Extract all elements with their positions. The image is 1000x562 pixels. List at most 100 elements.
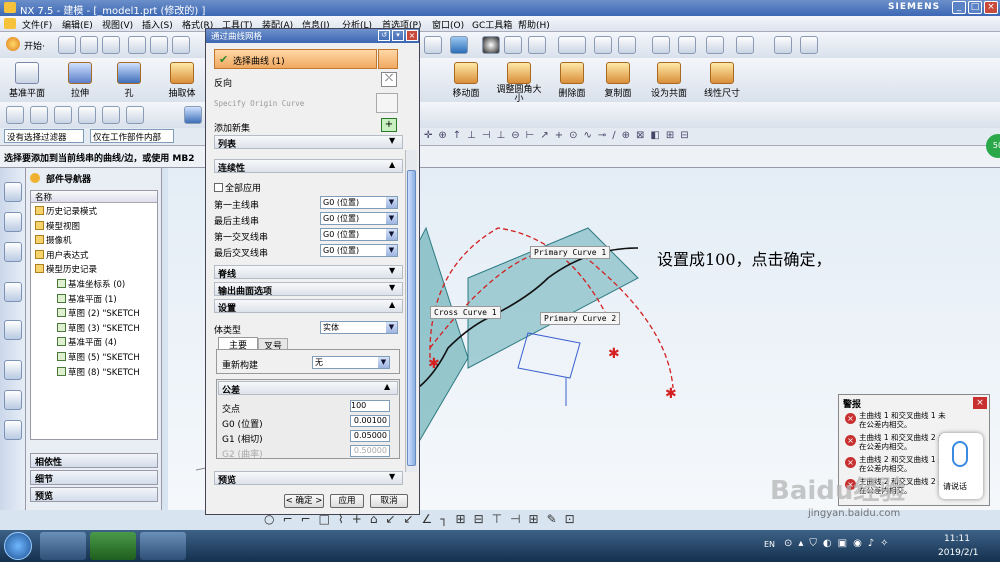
tree-item[interactable]: 基准平面 (4) [57,336,117,350]
cancel-button[interactable]: 取消 [370,494,408,508]
list-section[interactable]: 列表 ▼ [214,135,403,150]
continuity-section[interactable]: 连续性 ▲ [214,159,403,174]
tree-item[interactable]: 基准平面 (1) [57,293,117,307]
surface-tool-5-icon[interactable] [102,106,120,124]
taskbar-nx-icon[interactable] [40,532,86,560]
dialog-scrollbar[interactable] [405,150,417,472]
spine-section[interactable]: 脊线 ▼ [214,265,403,280]
menu-edit[interactable]: 编辑(E) [62,18,93,31]
minimize-button[interactable]: _ [952,1,966,14]
linear-dimension-button[interactable]: 线性尺寸 [700,62,744,99]
save-icon[interactable] [102,36,120,54]
dependencies-section[interactable]: 相依性 [30,453,158,468]
nx-menu-icon[interactable] [4,18,16,29]
extrude-button[interactable]: 拉伸 [62,62,98,99]
tree-item[interactable]: 基准坐标系 (0) [57,278,125,292]
feature-checkbox-icon[interactable] [57,322,66,332]
add-set-icon[interactable]: + [381,118,397,132]
constraint-navigator-icon[interactable] [4,212,22,232]
feature-checkbox-icon[interactable] [57,352,66,361]
snap-point-icons[interactable]: ✛⊕↑⊥⊣⊥⊖⊢↗+⊙∿⊸/⊕⊠◧⊞⊟ [424,130,714,143]
table-icon[interactable] [652,36,670,54]
surface-tool-3-icon[interactable] [54,106,72,124]
sketch-curve-toolbar[interactable]: ○⌐⌐□⌇+⌂↙↙∠┐⊞⊟⊤⊣⊞✎⊡ [264,512,794,530]
navigator-pin-icon[interactable] [30,173,40,183]
menu-help[interactable]: 帮助(H) [518,18,550,31]
tree-item[interactable]: 用户表达式 [35,249,89,263]
part-navigator-tree[interactable]: 名称 历史记录模式 模型视图 摄像机 用户表达式 模型历史记录 基准坐标系 (0) 基准平面… [30,190,158,440]
part-navigator-icon[interactable] [4,242,22,262]
cut-icon[interactable] [128,36,146,54]
alert-item[interactable]: × 主曲线 1 和交叉曲线 1 未在公差内相交。 [843,411,949,433]
tolerance-section[interactable]: 公差 ▲ [218,381,398,396]
maximize-button[interactable]: □ [968,1,982,14]
copy-face-button[interactable]: 复制面 [598,62,638,99]
menu-window[interactable]: 窗口(O) [432,18,464,31]
wireframe-icon[interactable] [528,36,546,54]
settings-section[interactable]: 设置 ▲ [214,299,403,314]
hd3d-tools-icon[interactable] [4,320,22,340]
menu-gc-toolkit[interactable]: GC工具箱 [472,18,512,31]
tree-item[interactable]: 草图 (8) "SKETCH [57,366,140,380]
alert-close-icon[interactable]: × [973,397,987,409]
menu-insert[interactable]: 插入(S) [142,18,173,31]
measure-angle-icon[interactable] [800,36,818,54]
system-materials-icon[interactable] [4,390,22,410]
tray-icons[interactable]: ⊙▴⛉◐▣◉♪✧ [784,538,895,549]
scrollbar-thumb[interactable] [407,170,416,466]
menu-view[interactable]: 视图(V) [102,18,133,31]
ok-button[interactable]: < 确定 > [284,494,324,508]
extract-body-button[interactable]: 抽取体 [162,62,202,99]
feature-checkbox-icon[interactable] [57,279,66,288]
intersection-input[interactable]: 100 [350,400,390,412]
tree-item[interactable]: 摄像机 [35,234,72,248]
tree-item[interactable]: 草图 (2) "SKETCH [57,307,140,321]
taskbar-browser-icon[interactable] [90,532,136,560]
tree-item[interactable]: 草图 (5) "SKETCH [57,351,140,365]
continuity-select-2[interactable]: G0 (位置) ▼ [320,212,398,225]
continuity-select-3[interactable]: G0 (位置) ▼ [320,228,398,241]
sketch-icon[interactable] [706,36,724,54]
close-button[interactable]: × [984,1,998,14]
voice-assistant-widget[interactable]: 请说话 [939,433,983,499]
tree-item[interactable]: 模型历史记录 [35,263,97,277]
continuity-select-1[interactable]: G0 (位置) ▼ [320,196,398,209]
scope-filter-select[interactable]: 仅在工作部件内部 [90,129,174,143]
orient-icon[interactable] [618,36,636,54]
feature-checkbox-icon[interactable] [57,308,66,318]
curve-selector-icon[interactable] [378,49,398,69]
background-color-icon[interactable] [558,36,586,54]
paste-icon[interactable] [172,36,190,54]
name-column-header[interactable]: 名称 [31,191,157,203]
play-icon[interactable] [736,36,754,54]
new-file-icon[interactable] [58,36,76,54]
body-type-select[interactable]: 实体 ▼ [320,321,398,334]
hole-button[interactable]: 孔 [114,62,144,99]
history-icon[interactable] [4,360,22,380]
tree-item[interactable]: 模型视图 [35,220,80,234]
g0-tolerance-input[interactable]: 0.00100 [350,415,390,427]
delete-face-button[interactable]: 删除面 [552,62,592,99]
start-icon[interactable] [6,37,20,51]
continuity-select-4[interactable]: G0 (位置) ▼ [320,244,398,257]
feature-checkbox-icon[interactable] [57,366,66,376]
shaded-icon[interactable] [504,36,522,54]
select-tool-icon[interactable] [184,106,202,124]
reuse-library-icon[interactable] [4,282,22,302]
view-fit-icon[interactable] [424,36,442,54]
cube-view-icon[interactable] [450,36,468,54]
open-folder-icon[interactable] [80,36,98,54]
type-filter-select[interactable]: 没有选择过滤器 [4,129,84,143]
preview-section[interactable]: 预览 [30,487,158,502]
dialog-close-icon[interactable]: × [406,30,418,41]
reset-icon[interactable]: ↺ [378,30,390,41]
tree-item[interactable]: 历史记录模式 [35,205,97,219]
surface-tool-4-icon[interactable] [78,106,96,124]
details-section[interactable]: 细节 [30,470,158,485]
resize-blend-button[interactable]: 调整圆角大小 [496,62,542,104]
select-curve-row[interactable]: ✔ 选择曲线 (1) [214,49,377,69]
assembly-navigator-icon[interactable] [4,182,22,202]
apply-button[interactable]: 应用 [330,494,364,508]
layer-settings-icon[interactable] [594,36,612,54]
surface-tool-1-icon[interactable] [6,106,24,124]
